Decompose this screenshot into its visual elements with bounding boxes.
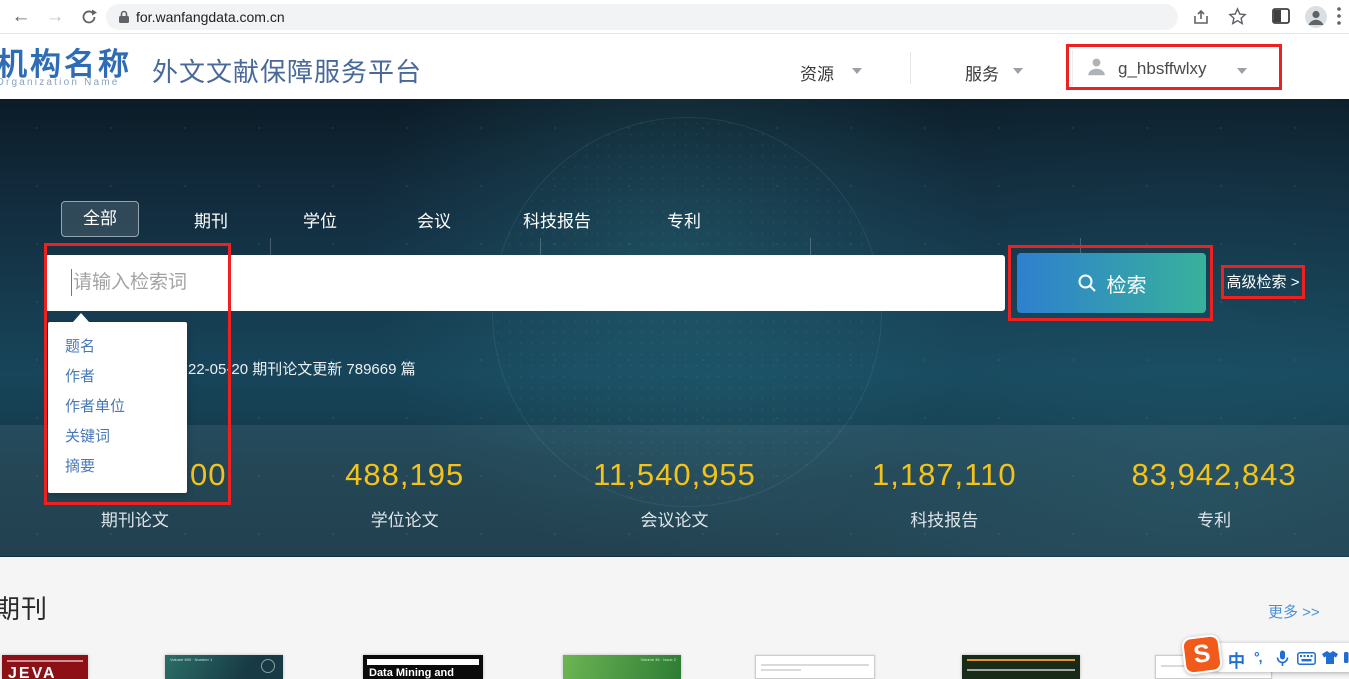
journal-cover[interactable] (962, 655, 1080, 679)
tab-patent[interactable]: 专利 (667, 207, 701, 232)
journal-cover[interactable]: Volume 699 · Number 1 (165, 655, 283, 679)
update-notice: 22-05-20 期刊论文更新 789669 篇 (188, 358, 416, 379)
chevron-down-icon (1237, 68, 1247, 74)
bookmark-star-icon[interactable] (1228, 7, 1247, 26)
user-divider (1072, 50, 1073, 86)
stat-value: 11,540,955 (540, 457, 810, 493)
ime-keyboard-icon[interactable] (1297, 652, 1316, 665)
tab-journal[interactable]: 期刊 (194, 207, 228, 232)
browser-menu-icon[interactable] (1336, 6, 1342, 26)
site-header: 机构名称 Organization Name 外文文献保障服务平台 资源 服务 … (0, 34, 1349, 99)
dropdown-arrow (73, 313, 89, 322)
dropdown-item-title[interactable]: 题名 (48, 332, 187, 362)
stat-value: 488,195 (270, 457, 540, 493)
stat-label: 会议论文 (540, 506, 810, 531)
browser-refresh-button[interactable] (80, 8, 98, 26)
ime-punctuation-button[interactable]: °, (1254, 649, 1262, 665)
chevron-down-icon (1013, 68, 1023, 74)
user-avatar-icon (1086, 56, 1107, 77)
browser-profile-avatar[interactable] (1304, 5, 1328, 29)
stat-conference-papers: 11,540,955 会议论文 (540, 425, 810, 556)
org-logo-subtitle: Organization Name (0, 77, 120, 88)
tab-tech-report[interactable]: 科技报告 (523, 207, 591, 232)
tab-all[interactable]: 全部 (61, 201, 139, 237)
stat-label: 学位论文 (270, 506, 540, 531)
chevron-down-icon (852, 68, 862, 74)
dropdown-item-author[interactable]: 作者 (48, 362, 187, 392)
stat-label: 科技报告 (809, 506, 1079, 531)
search-field-dropdown: 题名 作者 作者单位 关键词 摘要 (48, 322, 187, 493)
hero-section: 全部 期刊 学位 会议 科技报告 专利 检索 高级检索 > 22-05-20 期… (0, 99, 1349, 557)
stat-patents: 83,942,843 专利 (1079, 425, 1349, 556)
side-panel-icon[interactable] (1272, 8, 1290, 24)
ime-microphone-icon[interactable] (1276, 650, 1289, 667)
tab-conference[interactable]: 会议 (417, 207, 451, 232)
search-icon (1077, 273, 1097, 293)
dropdown-item-keywords[interactable]: 关键词 (48, 422, 187, 452)
journals-more-link[interactable]: 更多 >> (1268, 601, 1320, 622)
journal-cover[interactable]: JEVA (2, 655, 88, 679)
journals-section: 期刊 更多 >> JEVA Volume 699 · Number 1 Data… (0, 557, 1349, 679)
stat-value: 1,187,110 (809, 457, 1079, 493)
dropdown-item-abstract[interactable]: 摘要 (48, 452, 187, 482)
ime-chinese-mode-button[interactable]: 中 (1228, 647, 1245, 672)
browser-forward-button[interactable]: → (42, 4, 68, 30)
journal-cover-title: Data Mining and (363, 667, 483, 679)
stat-label: 期刊论文 (0, 506, 270, 531)
tab-degree[interactable]: 学位 (303, 207, 337, 232)
ime-more-icon[interactable] (1344, 650, 1349, 665)
stat-degree-papers: 488,195 学位论文 (270, 425, 540, 556)
advanced-search-link[interactable]: 高级检索 > (1224, 271, 1302, 292)
share-icon[interactable] (1192, 8, 1210, 26)
stat-tech-reports: 1,187,110 科技报告 (809, 425, 1079, 556)
ime-skin-wardrobe-icon[interactable] (1321, 650, 1339, 665)
browser-back-button[interactable]: ← (8, 4, 34, 30)
dropdown-item-author-affiliation[interactable]: 作者单位 (48, 392, 187, 422)
search-button[interactable]: 检索 (1017, 253, 1206, 313)
text-cursor (71, 269, 72, 296)
journal-cover-title: JEVA (2, 665, 88, 679)
journal-cover[interactable]: Volume 36 · Issue 2 (563, 655, 681, 679)
journal-cover[interactable] (755, 655, 875, 679)
stat-value: 83,942,843 (1079, 457, 1349, 493)
nav-services[interactable]: 服务 (965, 60, 999, 85)
browser-chrome: ← → for.wanfangdata.com.cn (0, 0, 1349, 34)
url-text: for.wanfangdata.com.cn (136, 9, 285, 25)
journals-heading: 期刊 (0, 589, 48, 626)
user-name: g_hbsffwlxy (1118, 59, 1207, 79)
address-bar[interactable]: for.wanfangdata.com.cn (106, 4, 1178, 30)
journal-cover[interactable]: Data Mining and (363, 655, 483, 679)
stat-label: 专利 (1079, 506, 1349, 531)
site-title: 外文文献保障服务平台 (152, 52, 422, 89)
sogou-ime-logo[interactable]: S (1181, 634, 1223, 675)
nav-divider (910, 52, 911, 84)
stats-band: 00 期刊论文 488,195 学位论文 11,540,955 会议论文 1,1… (0, 425, 1349, 556)
search-input[interactable] (45, 255, 1005, 311)
lock-icon (118, 10, 130, 24)
search-button-label: 检索 (1107, 269, 1147, 298)
nav-resources[interactable]: 资源 (800, 60, 834, 85)
